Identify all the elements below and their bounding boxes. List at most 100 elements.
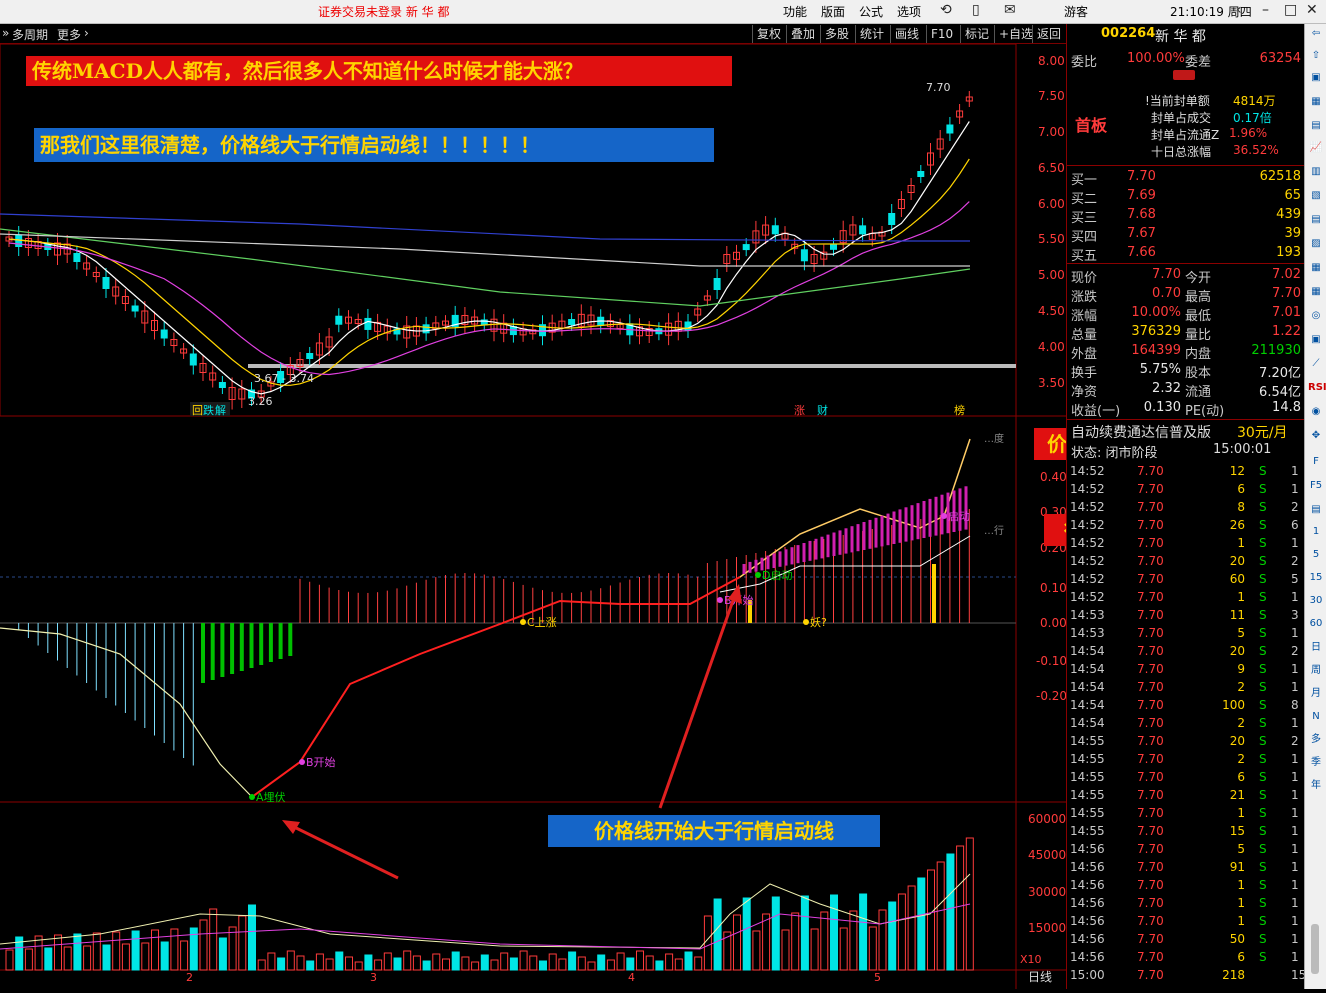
phone-icon[interactable]: ▯	[972, 2, 980, 18]
period-quarter[interactable]: 季	[1308, 755, 1324, 771]
period-month[interactable]: 月	[1308, 686, 1324, 702]
f5-button[interactable]: F5	[1308, 478, 1324, 494]
bid-row[interactable]: 买一 7.70 62518	[1067, 169, 1305, 188]
table-icon[interactable]: ▤	[1308, 118, 1324, 134]
back-icon[interactable]: ‹	[1236, 2, 1242, 18]
return-button[interactable]: 返回	[1032, 25, 1065, 43]
period-label[interactable]: 日线	[1028, 970, 1052, 984]
ad-price[interactable]: 30元/月	[1237, 422, 1288, 442]
kline-chart[interactable]: 8.00 7.50 7.00 6.50 6.00 5.50 5.00 4.50 …	[0, 43, 1067, 989]
maximize-icon[interactable]: □	[1284, 2, 1297, 18]
draw-button[interactable]: 画线	[890, 25, 923, 43]
period-5[interactable]: 5	[1308, 547, 1324, 563]
period-1[interactable]: 1	[1308, 524, 1324, 540]
weicha-value: 63254	[1259, 51, 1301, 66]
bid-row[interactable]: 买五 7.66 193	[1067, 245, 1305, 264]
gear-icon[interactable]: ◎	[1308, 308, 1324, 324]
f-button[interactable]: F	[1308, 454, 1324, 470]
volume-bar	[151, 929, 159, 971]
grid-icon[interactable]: ▦	[1308, 284, 1324, 300]
event-tag-jie[interactable]: 解	[215, 403, 226, 417]
event-tag-zhang[interactable]: 涨	[794, 404, 805, 417]
page-icon[interactable]: ▤	[1308, 502, 1324, 518]
doc-icon[interactable]: ▧	[1308, 188, 1324, 204]
multi-stock-button[interactable]: 多股	[820, 25, 853, 43]
overlay-button[interactable]: 叠加	[786, 25, 819, 43]
more-button[interactable]: 更多	[57, 26, 81, 43]
menu-options[interactable]: 选项	[897, 3, 921, 20]
tick-count: 1	[1291, 950, 1299, 964]
grid-icon[interactable]: ▦	[1308, 94, 1324, 110]
window-icon[interactable]: ▣	[1308, 70, 1324, 86]
globe-icon[interactable]: ◉	[1308, 404, 1324, 420]
event-tag-die[interactable]: 跌	[203, 403, 214, 417]
volume-axis-label: 60000	[1028, 812, 1066, 826]
volume-bar	[781, 929, 790, 971]
candle-body	[15, 235, 23, 247]
guest-label[interactable]: 游客	[1064, 3, 1088, 20]
layers-icon[interactable]: ▨	[1308, 236, 1324, 252]
tick-time: 14:54	[1070, 716, 1105, 730]
refresh-icon[interactable]: ⟲	[940, 2, 952, 18]
ad-text[interactable]: 自动续费通达信普及版	[1071, 422, 1211, 442]
minimize-icon[interactable]: –	[1262, 2, 1269, 18]
event-tag-hui[interactable]: 回	[192, 404, 203, 417]
volume-bar	[354, 961, 363, 971]
market-state-row: 状态: 闭市阶段 15:00:01	[1067, 442, 1305, 461]
period-year[interactable]: 年	[1308, 778, 1324, 794]
list-icon[interactable]: ▤	[1308, 212, 1324, 228]
volume-bar	[131, 930, 140, 971]
line-icon[interactable]: ⟋	[1308, 356, 1324, 372]
stats-button[interactable]: 统计	[855, 25, 888, 43]
chart-area[interactable]: 8.00 7.50 7.00 6.50 6.00 5.50 5.00 4.50 …	[0, 43, 1067, 989]
rsi-button[interactable]: RSI	[1308, 380, 1326, 396]
arrow-up-icon[interactable]: ⇧	[1308, 48, 1324, 64]
menu-function[interactable]: 功能	[783, 3, 807, 20]
period-week[interactable]: 周	[1308, 663, 1324, 679]
f10-button[interactable]: F10	[926, 25, 957, 43]
close-icon[interactable]: ✕	[1306, 2, 1318, 18]
bid-row[interactable]: 买二 7.69 65	[1067, 188, 1305, 207]
stat-value: 14.8	[1272, 400, 1301, 415]
bid-row[interactable]: 买四 7.67 39	[1067, 226, 1305, 245]
tick-side: S	[1259, 680, 1267, 694]
arrow-left-icon[interactable]: ⇦	[1308, 26, 1324, 42]
chart-icon[interactable]: 📈	[1308, 140, 1324, 156]
tick-icon[interactable]: ▦	[1308, 260, 1324, 276]
event-tag-bang[interactable]: 榜	[954, 403, 965, 417]
stock-name[interactable]: 新 华 都	[1155, 26, 1206, 46]
tick-row: 14:52 7.70 12 S 1	[1067, 464, 1305, 482]
period-15[interactable]: 15	[1308, 570, 1324, 586]
ma20-line	[8, 201, 970, 376]
tick-price: 7.70	[1137, 734, 1164, 748]
period-30[interactable]: 30	[1308, 593, 1324, 609]
multi-period-button[interactable]: 多周期	[12, 26, 48, 43]
event-tag-cai[interactable]: 财	[817, 403, 828, 417]
bid-price: 7.68	[1127, 207, 1156, 222]
candle-icon[interactable]: ▥	[1308, 164, 1324, 180]
volume-bar	[771, 896, 780, 971]
fuquan-button[interactable]: 复权	[752, 25, 785, 43]
collapse-chevron-icon[interactable]	[1173, 70, 1195, 80]
menu-layout[interactable]: 版面	[821, 3, 845, 20]
period-60[interactable]: 60	[1308, 616, 1324, 632]
tick-side: S	[1259, 482, 1267, 496]
period-day[interactable]: 日	[1308, 640, 1324, 656]
tick-price: 7.70	[1137, 536, 1164, 550]
menu-formula[interactable]: 公式	[859, 3, 883, 20]
add-watchlist-button[interactable]: +自选	[994, 25, 1037, 43]
weibi-label: 委比	[1071, 55, 1098, 70]
scrollbar-thumb[interactable]	[1311, 924, 1319, 974]
period-arrow-icon[interactable]: »	[2, 26, 9, 40]
period-multi[interactable]: 多	[1308, 732, 1324, 748]
ad-row[interactable]: 自动续费通达信普及版 30元/月	[1067, 422, 1305, 441]
tick-row: 14:56 7.70 50 S 1	[1067, 932, 1305, 950]
stock-code[interactable]: 002264	[1101, 26, 1155, 41]
mark-button[interactable]: 标记	[960, 25, 993, 43]
tick-volume: 21	[1229, 788, 1245, 802]
move-icon[interactable]: ✥	[1308, 428, 1324, 444]
period-n[interactable]: N	[1308, 709, 1324, 725]
box-icon[interactable]: ▣	[1308, 332, 1324, 348]
mail-icon[interactable]: ✉	[1004, 2, 1016, 18]
bid-row[interactable]: 买三 7.68 439	[1067, 207, 1305, 226]
